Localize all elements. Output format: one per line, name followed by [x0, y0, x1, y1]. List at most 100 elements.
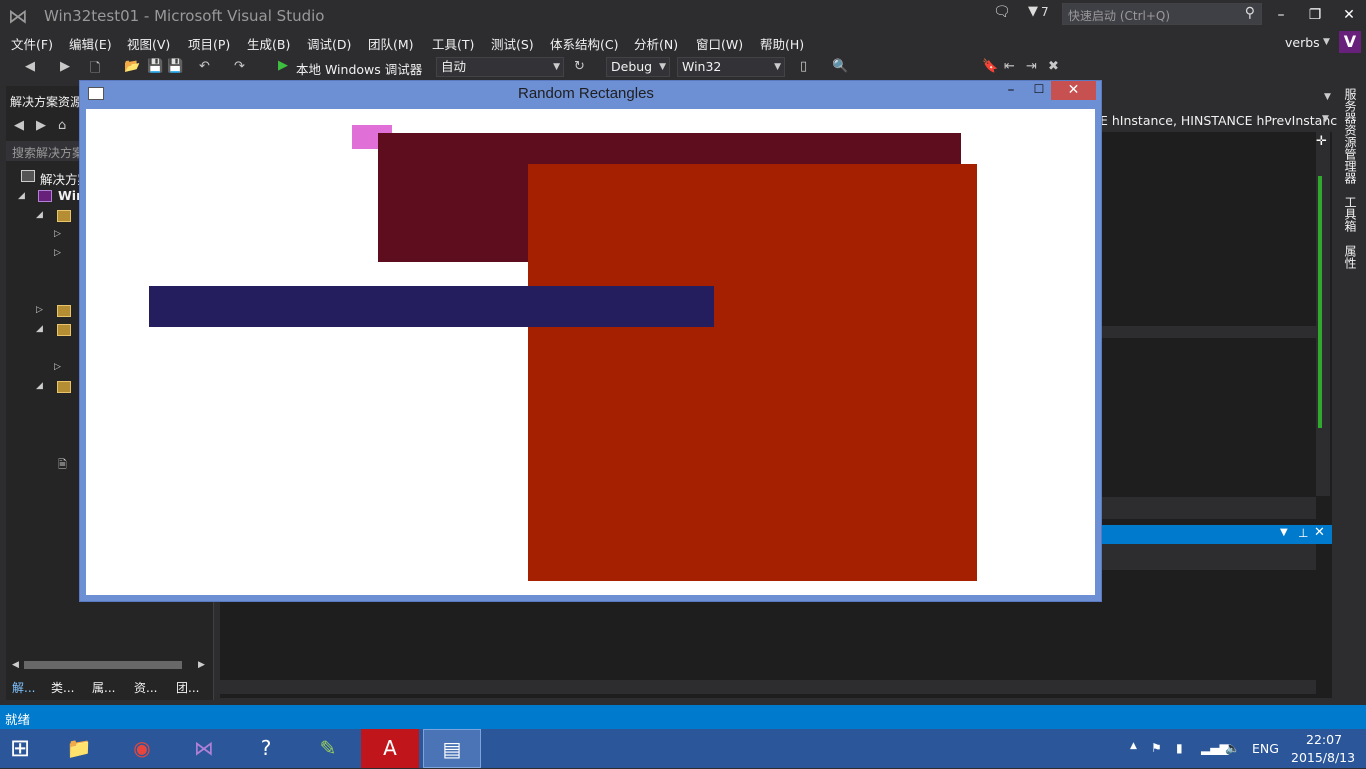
app-window-icon[interactable] [88, 87, 104, 100]
language-indicator[interactable]: ENG [1252, 741, 1279, 756]
platform-combo[interactable]: Win32 ▼ [677, 57, 785, 77]
app-minimize-button[interactable]: – [1003, 82, 1019, 98]
help-icon[interactable]: ? [237, 729, 295, 768]
expand-icon[interactable]: ▷ [54, 229, 61, 239]
scroll-left-icon[interactable]: ◀ [12, 660, 19, 670]
menu-architecture[interactable]: 体系结构(C) [550, 34, 618, 53]
menu-file[interactable]: 文件(F) [11, 34, 53, 53]
configuration-combo[interactable]: Debug ▼ [606, 57, 670, 77]
horizontal-scrollbar[interactable] [220, 680, 1316, 694]
expand-icon[interactable]: ▷ [54, 362, 61, 372]
app-close-button[interactable]: ✕ [1051, 81, 1096, 100]
chrome-icon[interactable]: ◉ [113, 729, 171, 768]
split-icon[interactable]: ✛ [1316, 134, 1327, 149]
feedback-filter-icon[interactable]: ▼ [1028, 4, 1038, 19]
minimize-button[interactable]: – [1266, 4, 1296, 26]
chevron-down-icon[interactable]: ▼ [1280, 527, 1288, 538]
collapse-icon[interactable]: ◢ [36, 324, 43, 334]
attach-icon[interactable]: ▯ [800, 59, 807, 74]
collapse-icon[interactable]: ◢ [36, 210, 43, 220]
back-icon[interactable]: ◀ [14, 118, 24, 133]
save-all-icon[interactable]: 💾 [167, 59, 183, 74]
flag-icon[interactable]: ⚑ [1151, 741, 1162, 755]
tab-toolbox[interactable]: 工具箱 [1342, 196, 1359, 232]
solution-config-combo[interactable]: 自动 ▼ [436, 57, 564, 77]
redo-icon[interactable]: ↷ [234, 59, 245, 74]
expand-icon[interactable]: ▷ [54, 248, 61, 258]
open-file-icon[interactable]: 📂 [124, 59, 140, 74]
chevron-down-icon[interactable]: ▼ [1323, 37, 1330, 47]
notepad-plus-icon[interactable]: ✎ [299, 729, 357, 768]
menu-analyze[interactable]: 分析(N) [634, 34, 678, 53]
clear-bookmarks-icon[interactable]: ✖ [1048, 59, 1059, 74]
menu-test[interactable]: 测试(S) [491, 34, 534, 53]
notification-icon[interactable]: 🗨 [993, 4, 1011, 20]
menu-edit[interactable]: 编辑(E) [69, 34, 112, 53]
scroll-right-icon[interactable]: ▶ [198, 660, 205, 670]
restore-button[interactable]: ❐ [1300, 4, 1330, 26]
tab-properties[interactable]: 属性 [1342, 245, 1359, 269]
user-badge[interactable]: V [1339, 31, 1361, 53]
chevron-down-icon[interactable]: ▼ [1322, 114, 1329, 124]
menu-debug[interactable]: 调试(D) [307, 34, 351, 53]
new-project-icon[interactable]: 🗋 [90, 59, 100, 81]
menu-build[interactable]: 生成(B) [247, 34, 290, 53]
start-debugging-button[interactable]: 本地 Windows 调试器 [296, 59, 422, 78]
prev-bookmark-icon[interactable]: ⇤ [1004, 59, 1015, 74]
acrobat-icon[interactable]: A [361, 729, 419, 768]
app-window-icon[interactable]: ▤ [423, 729, 481, 768]
tab-team[interactable]: 团... [176, 679, 199, 696]
next-bookmark-icon[interactable]: ⇥ [1026, 59, 1037, 74]
tab-server-explorer[interactable]: 服务器资源管理器 [1342, 88, 1359, 184]
tab-class-view[interactable]: 类... [51, 679, 74, 696]
menu-project[interactable]: 项目(P) [188, 34, 230, 53]
menu-tools[interactable]: 工具(T) [432, 34, 474, 53]
show-hidden-icons[interactable]: ▲ [1130, 741, 1137, 751]
battery-icon[interactable]: ▮ [1176, 741, 1183, 755]
project-icon [38, 190, 52, 202]
menu-view[interactable]: 视图(V) [127, 34, 170, 53]
close-icon[interactable]: ✕ [1314, 525, 1325, 540]
status-text: 就绪 [5, 712, 31, 727]
volume-icon[interactable]: 🔈 [1225, 741, 1240, 755]
menu-team[interactable]: 团队(M) [368, 34, 414, 53]
tab-resources[interactable]: 资... [134, 679, 157, 696]
play-icon[interactable]: ▶ [278, 58, 288, 73]
menu-window[interactable]: 窗口(W) [696, 34, 743, 53]
tab-solution-explorer[interactable]: 解... [12, 679, 35, 696]
configuration-value: Debug [611, 59, 653, 74]
app-maximize-button[interactable]: ☐ [1031, 82, 1047, 98]
forward-icon[interactable]: ▶ [60, 59, 70, 74]
clock-date[interactable]: 2015/8/13 [1291, 750, 1355, 765]
quick-launch-input[interactable]: 快速启动 (Ctrl+Q) ⚲ [1062, 3, 1262, 25]
bookmark-icon[interactable]: 🔖 [982, 59, 998, 74]
horizontal-scrollbar[interactable] [1100, 497, 1316, 519]
chevron-down-icon[interactable]: ▼ [1324, 92, 1331, 102]
file-explorer-icon[interactable]: 📁 [50, 729, 108, 768]
forward-icon[interactable]: ▶ [36, 118, 46, 133]
search-icon[interactable]: ⚲ [1245, 5, 1255, 21]
find-icon[interactable]: 🔍 [832, 59, 848, 74]
visual-studio-icon[interactable]: ⋈ [175, 729, 233, 768]
expand-icon[interactable]: ▷ [36, 305, 43, 315]
app-window-title: Random Rectangles [518, 85, 654, 102]
collapse-icon[interactable]: ◢ [36, 381, 43, 391]
windows-start-icon[interactable]: ⊞ [10, 735, 30, 761]
user-name[interactable]: verbs [1285, 35, 1320, 50]
splitter[interactable] [1100, 326, 1316, 338]
horizontal-scrollbar[interactable] [24, 661, 182, 669]
function-signature: E hInstance, HINSTANCE hPrevInstanc [1100, 113, 1338, 128]
close-button[interactable]: ✕ [1334, 4, 1364, 26]
menu-help[interactable]: 帮助(H) [760, 34, 804, 53]
folder-icon [57, 324, 71, 336]
tab-properties[interactable]: 属... [92, 679, 115, 696]
save-icon[interactable]: 💾 [147, 59, 163, 74]
collapse-icon[interactable]: ◢ [18, 191, 25, 201]
undo-icon[interactable]: ↶ [199, 59, 210, 74]
platform-value: Win32 [682, 59, 722, 74]
pin-icon[interactable]: ⊥ [1298, 526, 1308, 540]
refresh-icon[interactable]: ↻ [574, 59, 585, 74]
home-icon[interactable]: ⌂ [58, 118, 66, 133]
clock-time[interactable]: 22:07 [1306, 732, 1342, 747]
back-icon[interactable]: ◀ [25, 59, 35, 74]
